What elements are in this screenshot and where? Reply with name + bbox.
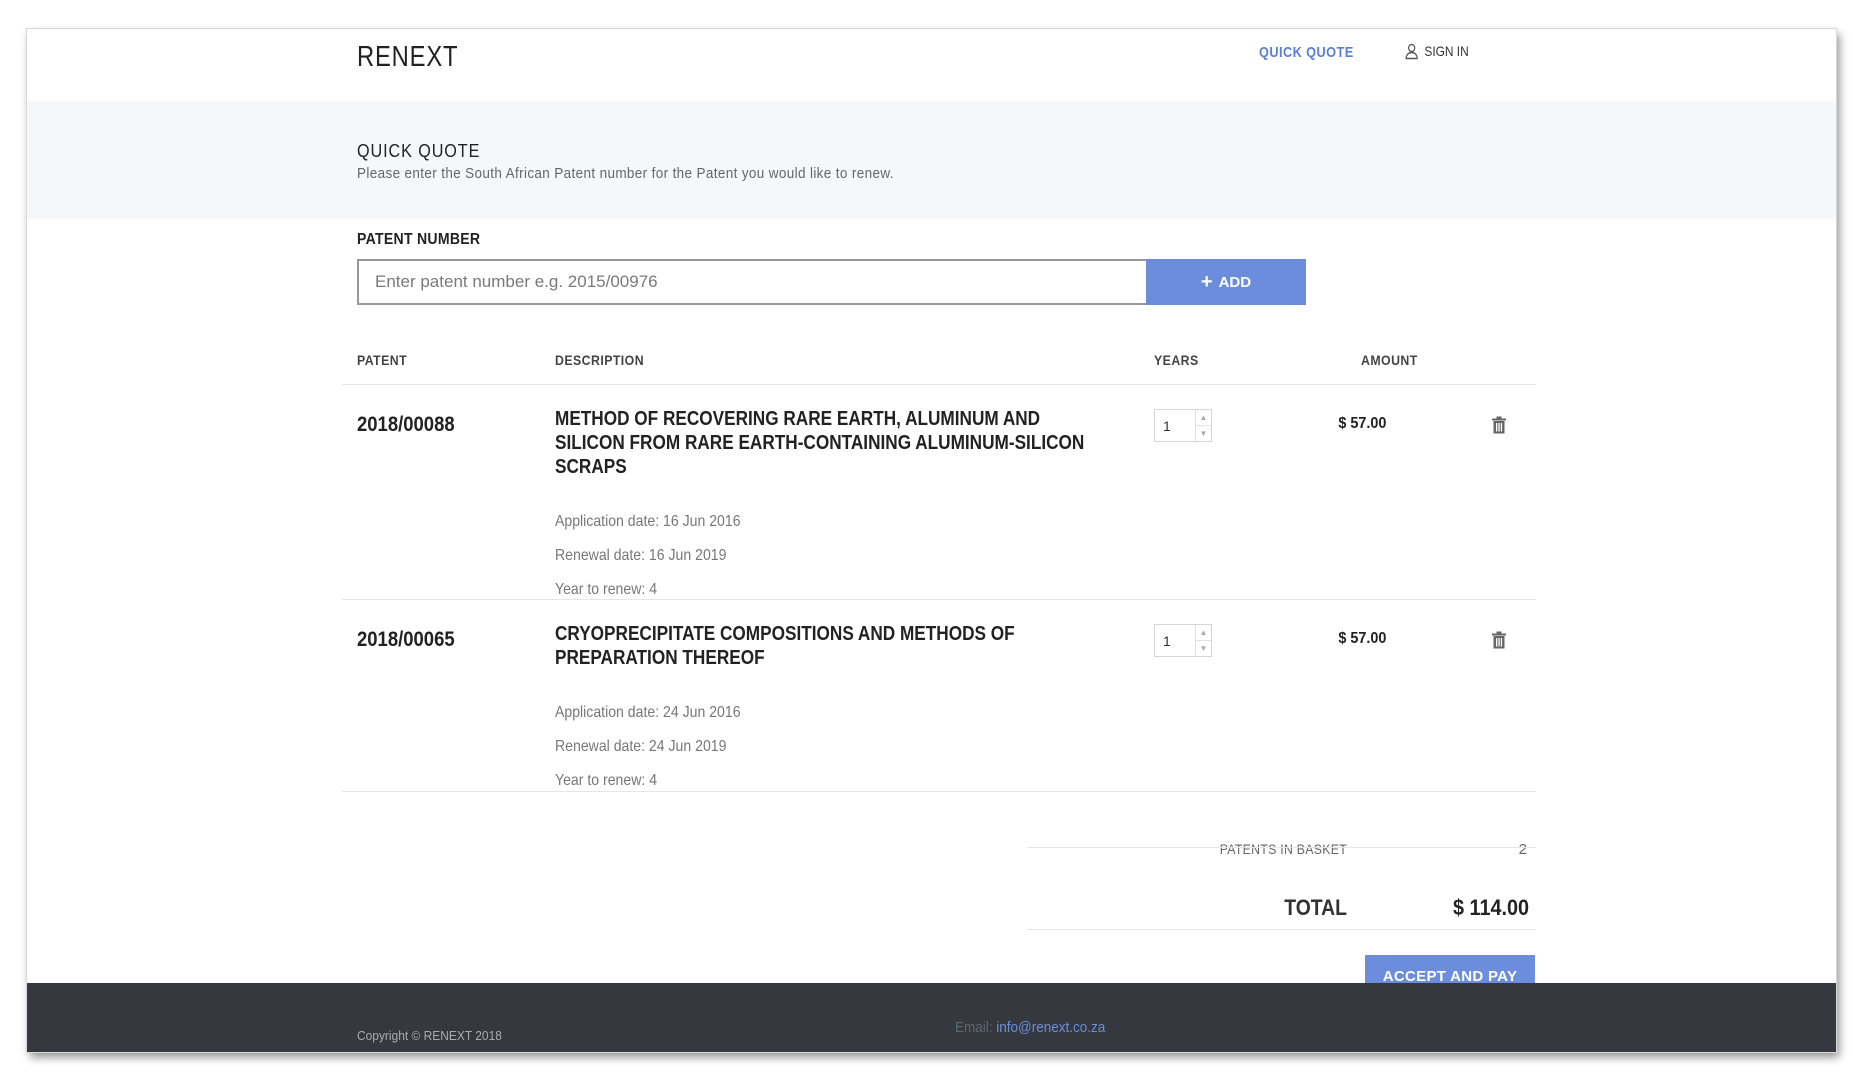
renewal-date: Renewal date: 24 Jun 2019 (555, 738, 727, 755)
email-label: Email: (955, 1019, 993, 1036)
column-header-patent: PATENT (357, 352, 408, 368)
copyright-text: Copyright © RENEXT 2018 (357, 1028, 502, 1043)
application-date: Application date: 24 Jun 2016 (555, 704, 741, 721)
patents-in-basket-label: PATENTS IN BASKET (1219, 841, 1347, 857)
plus-icon: + (1200, 271, 1213, 293)
page-frame: RENEXT QUICK QUOTE SIGN IN QUICK QUOTE P… (27, 29, 1836, 1052)
patent-description: METHOD OF RECOVERING RARE EARTH, ALUMINU… (555, 408, 1085, 478)
patent-number-label: PATENT NUMBER (357, 231, 481, 248)
patents-in-basket-count: 2 (1518, 841, 1527, 858)
top-navbar: RENEXT QUICK QUOTE SIGN IN (27, 29, 1836, 101)
years-spinner[interactable]: ▲ ▼ (1195, 410, 1211, 441)
chevron-up-icon[interactable]: ▲ (1196, 410, 1211, 425)
divider (1027, 929, 1536, 930)
application-date: Application date: 16 Jun 2016 (555, 513, 741, 530)
years-stepper[interactable]: ▲ ▼ (1154, 624, 1212, 657)
logo[interactable]: RENEXT (357, 41, 458, 74)
nav-sign-in-link[interactable]: SIGN IN (1404, 42, 1469, 60)
divider (1027, 847, 1536, 848)
divider (342, 384, 1536, 385)
add-patent-button[interactable]: + ADD (1146, 259, 1306, 305)
patent-number-input[interactable] (357, 259, 1147, 305)
years-input[interactable] (1155, 625, 1195, 656)
user-icon (1405, 43, 1418, 60)
patent-number: 2018/00065 (357, 628, 455, 651)
years-stepper[interactable]: ▲ ▼ (1154, 409, 1212, 442)
patent-description: CRYOPRECIPITATE COMPOSITIONS AND METHODS… (555, 623, 1015, 669)
sign-in-label: SIGN IN (1424, 43, 1469, 59)
years-input[interactable] (1155, 410, 1195, 441)
year-to-renew: Year to renew: 4 (555, 772, 658, 789)
add-button-label: ADD (1218, 273, 1252, 291)
page-subtitle: Please enter the South African Patent nu… (357, 165, 894, 182)
year-to-renew: Year to renew: 4 (555, 581, 658, 598)
row-amount: $ 57.00 (1337, 630, 1386, 647)
column-header-description: DESCRIPTION (555, 352, 645, 368)
column-header-amount: AMOUNT (1361, 352, 1418, 368)
chevron-down-icon[interactable]: ▼ (1196, 640, 1211, 656)
trash-icon[interactable] (1491, 631, 1507, 649)
total-value: $ 114.00 (1453, 895, 1529, 920)
years-spinner[interactable]: ▲ ▼ (1195, 625, 1211, 656)
trash-icon[interactable] (1491, 416, 1507, 434)
email-link[interactable]: info@renext.co.za (996, 1019, 1105, 1036)
total-label: TOTAL (1284, 895, 1347, 920)
column-header-years: YEARS (1154, 352, 1199, 368)
patent-number: 2018/00088 (357, 413, 455, 436)
chevron-up-icon[interactable]: ▲ (1196, 625, 1211, 640)
chevron-down-icon[interactable]: ▼ (1196, 425, 1211, 441)
quick-quote-banner: QUICK QUOTE Please enter the South Afric… (27, 101, 1836, 219)
page-title: QUICK QUOTE (357, 141, 481, 161)
divider (342, 791, 1536, 792)
divider (342, 599, 1536, 600)
row-amount: $ 57.00 (1337, 415, 1386, 432)
renewal-date: Renewal date: 16 Jun 2019 (555, 547, 727, 564)
footer: Copyright © RENEXT 2018 Email: info@rene… (27, 983, 1836, 1052)
nav-quick-quote-link[interactable]: QUICK QUOTE (1259, 44, 1354, 61)
footer-email: Email: info@renext.co.za (955, 1019, 1105, 1036)
